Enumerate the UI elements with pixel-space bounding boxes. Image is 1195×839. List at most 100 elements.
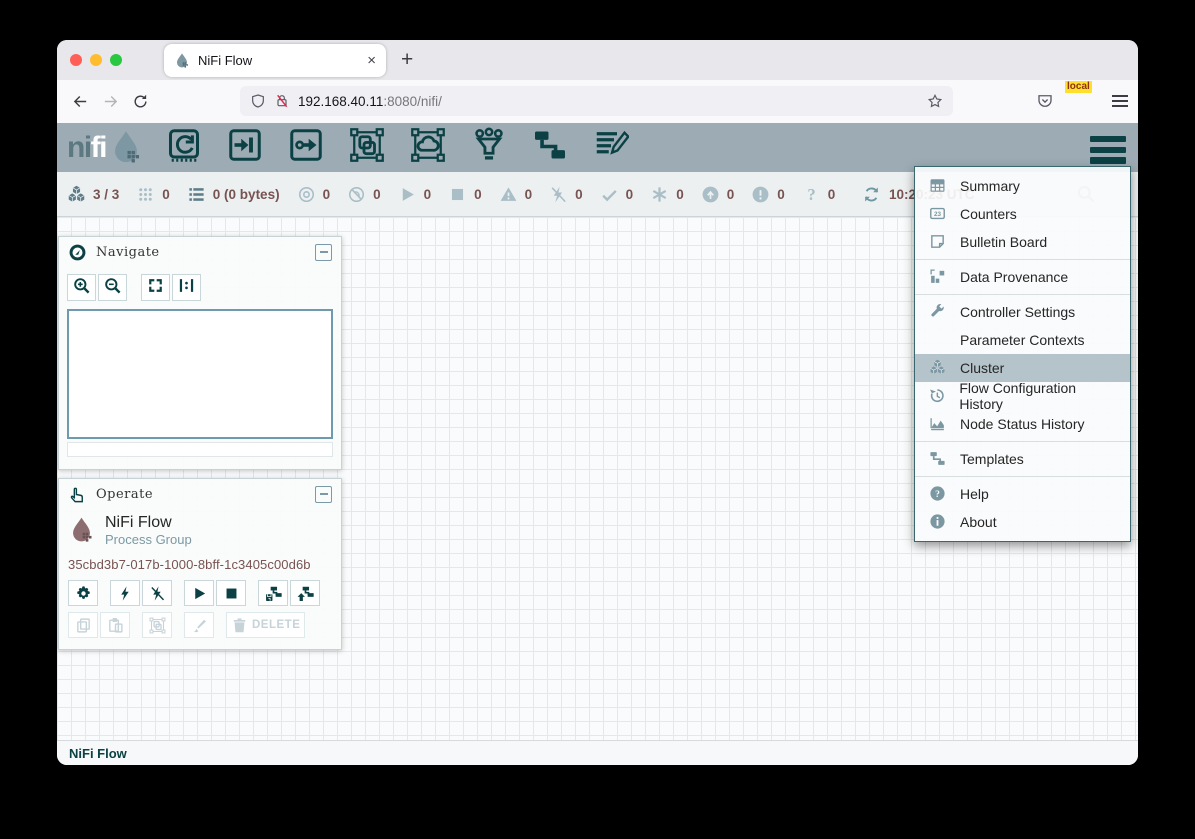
tab-title: NiFi Flow: [198, 53, 359, 68]
status-active-threads-count: 0: [162, 187, 170, 202]
delete-label: DELETE: [252, 619, 300, 631]
start-button[interactable]: [184, 580, 214, 606]
process-group-component[interactable]: [347, 128, 387, 168]
profile-avatar[interactable]: local: [1072, 90, 1094, 112]
reload-button[interactable]: [125, 87, 155, 117]
delete-button[interactable]: DELETE: [226, 612, 305, 638]
navigate-tools: [59, 267, 341, 305]
zoom-out-button[interactable]: [98, 274, 127, 301]
process-group-icon: [349, 127, 385, 168]
birdseye-minimap[interactable]: [67, 309, 333, 439]
active-threads-icon: [136, 185, 155, 204]
zoom-in-icon: [72, 276, 91, 300]
svg-text:?: ?: [807, 185, 815, 204]
zoom-in-button[interactable]: [67, 274, 96, 301]
nifi-logo-text-dark: ni: [67, 131, 91, 164]
svg-text:?: ?: [935, 489, 940, 500]
stop-button[interactable]: [216, 580, 246, 606]
menu-item-parameter-contexts[interactable]: Parameter Contexts: [915, 326, 1130, 354]
funnel-component[interactable]: [469, 128, 509, 168]
menu-item-data-provenance[interactable]: Data Provenance: [915, 263, 1130, 291]
insecure-lock-icon[interactable]: [274, 93, 290, 109]
paste-icon: [107, 617, 124, 634]
global-menu-popup: Summary 23 Counters Bulletin Board Data Prov…: [914, 166, 1131, 542]
forward-button[interactable]: [95, 87, 125, 117]
url-host: 192.168.40.11: [298, 94, 383, 109]
process-group-drop-icon: [68, 513, 95, 548]
locally-modified-icon: [650, 185, 669, 204]
status-sync-failure: ?0: [802, 185, 836, 204]
disabled-icon: [149, 585, 166, 602]
transmitting-icon: [297, 185, 316, 204]
menu-item-label: Counters: [960, 206, 1017, 222]
menu-item-about[interactable]: About: [915, 508, 1130, 536]
menu-item-node-status-history[interactable]: Node Status History: [915, 410, 1130, 438]
cluster-icon: [67, 185, 86, 204]
locally-modified-stale-icon: [751, 185, 770, 204]
remote-process-group-component[interactable]: [408, 128, 448, 168]
menu-item-summary[interactable]: Summary: [915, 172, 1130, 200]
status-locally-modified-and-stale-count: 0: [777, 187, 785, 202]
pocket-icon[interactable]: [1036, 92, 1054, 110]
bulletin-board-icon: [927, 233, 947, 251]
copy-button[interactable]: [68, 612, 98, 638]
remote-process-group-icon: [410, 127, 446, 168]
browser-tab[interactable]: NiFi Flow ×: [164, 44, 386, 77]
label-component[interactable]: [591, 128, 631, 168]
sync-failure-icon: ?: [802, 185, 821, 204]
node-status-history-icon: [927, 415, 947, 433]
menu-item-bulletin-board[interactable]: Bulletin Board: [915, 228, 1130, 256]
new-tab-button[interactable]: +: [401, 48, 413, 72]
menu-item-label: Flow Configuration History: [959, 380, 1118, 412]
compass-icon: [68, 243, 87, 262]
menu-item-controller-settings[interactable]: Controller Settings: [915, 298, 1130, 326]
status-disabled: 0: [549, 185, 583, 204]
refresh-icon[interactable]: [862, 185, 881, 204]
counters-icon: 23: [927, 205, 947, 223]
global-menu-button[interactable]: [1090, 136, 1126, 168]
maximize-window-button[interactable]: [110, 54, 122, 66]
breadcrumb-root[interactable]: NiFi Flow: [69, 746, 127, 761]
template-component[interactable]: [530, 128, 570, 168]
configuration-button[interactable]: [68, 580, 98, 606]
menu-item-counters[interactable]: 23 Counters: [915, 200, 1130, 228]
url-bar[interactable]: 192.168.40.11:8080/nifi/: [240, 86, 953, 116]
status-transmitting: 0: [297, 185, 331, 204]
close-window-button[interactable]: [70, 54, 82, 66]
status-locally-modified-count: 0: [676, 187, 684, 202]
browser-menu-button[interactable]: [1112, 92, 1128, 110]
processor-component[interactable]: [164, 128, 204, 168]
paste-button[interactable]: [100, 612, 130, 638]
browser-tab-bar: NiFi Flow × +: [57, 40, 1138, 80]
input-port-component[interactable]: [225, 128, 265, 168]
menu-item-flow-configuration-history[interactable]: Flow Configuration History: [915, 382, 1130, 410]
output-port-component[interactable]: [286, 128, 326, 168]
minimize-window-button[interactable]: [90, 54, 102, 66]
zoom-fit-button[interactable]: [141, 274, 170, 301]
shield-icon[interactable]: [250, 93, 266, 109]
label-icon: [593, 127, 629, 168]
collapse-operate-button[interactable]: [315, 486, 332, 503]
enable-button[interactable]: [110, 580, 140, 606]
summary-icon: [927, 177, 947, 195]
fill-color-button[interactable]: [184, 612, 214, 638]
group-button[interactable]: [142, 612, 172, 638]
menu-item-label: Summary: [960, 178, 1020, 194]
collapse-navigate-button[interactable]: [315, 244, 332, 261]
navigate-panel: Navigate: [58, 236, 342, 470]
close-tab-icon[interactable]: ×: [367, 53, 376, 68]
desktop-background: NiFi Flow × + 192.168: [0, 0, 1195, 839]
bookmark-star-icon[interactable]: [927, 93, 943, 109]
create-template-button[interactable]: [258, 580, 288, 606]
zoom-actual-button[interactable]: [172, 274, 201, 301]
menu-item-help[interactable]: ?Help: [915, 480, 1130, 508]
stale-icon: [701, 185, 720, 204]
back-button[interactable]: [65, 87, 95, 117]
menu-item-cluster[interactable]: Cluster: [915, 354, 1130, 382]
url-text[interactable]: 192.168.40.11:8080/nifi/: [298, 94, 919, 109]
menu-item-templates[interactable]: Templates: [915, 445, 1130, 473]
upload-template-button[interactable]: [290, 580, 320, 606]
flow-name: NiFi Flow: [105, 513, 192, 532]
status-sync-failure-count: 0: [828, 187, 836, 202]
disable-button[interactable]: [142, 580, 172, 606]
